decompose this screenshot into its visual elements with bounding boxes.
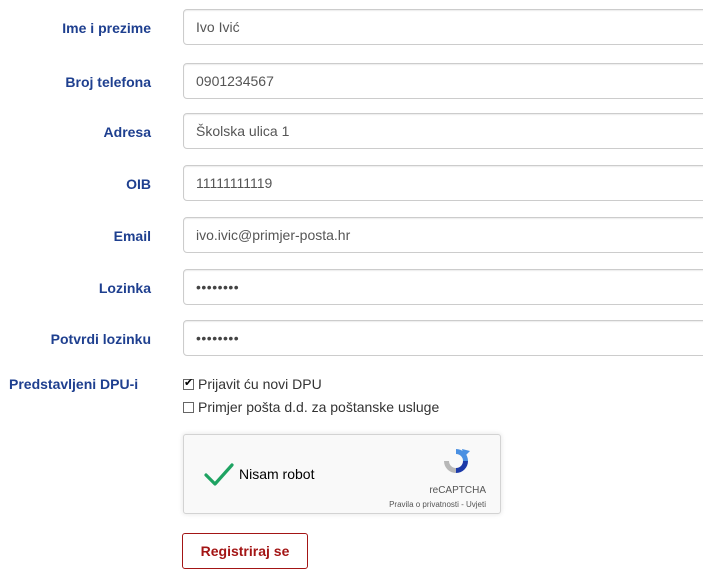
dpu-option-primjer[interactable]: Primjer pošta d.d. za poštanske usluge: [183, 397, 439, 417]
confirm-password-label: Potvrdi lozinku: [50, 331, 151, 347]
checkmark-icon: ✔: [184, 377, 194, 389]
address-input[interactable]: Školska ulica 1: [183, 113, 703, 149]
recaptcha-widget: Nisam robot reCAPTCHA Pravila o privatno…: [183, 434, 501, 514]
address-label: Adresa: [103, 124, 151, 140]
row-phone: Broj telefona 0901234567: [0, 63, 703, 101]
recaptcha-brand: reCAPTCHA: [429, 485, 486, 496]
dpu-label: Predstavljeni DPU-i: [9, 376, 139, 392]
full-name-input[interactable]: Ivo Ivić: [183, 9, 703, 45]
oib-label: OIB: [126, 176, 151, 192]
recaptcha-terms-link[interactable]: Pravila o privatnosti - Uvjeti: [389, 500, 486, 509]
password-input[interactable]: ••••••••: [183, 269, 703, 305]
phone-label: Broj telefona: [65, 74, 151, 90]
row-password: Lozinka ••••••••: [0, 269, 703, 307]
phone-input[interactable]: 0901234567: [183, 63, 703, 99]
recaptcha-label: Nisam robot: [239, 466, 315, 482]
row-oib: OIB 11111111119: [0, 165, 703, 203]
row-address: Adresa Školska ulica 1: [0, 113, 703, 151]
checkbox-primjer-posta[interactable]: [183, 402, 194, 413]
row-confirm-password: Potvrdi lozinku ••••••••: [0, 320, 703, 358]
check-icon[interactable]: [202, 457, 236, 491]
row-full-name: Ime i prezime Ivo Ivić: [0, 9, 703, 47]
dpu-option-new-label: Prijavit ću novi DPU: [198, 376, 322, 392]
email-label: Email: [113, 228, 151, 244]
confirm-password-input[interactable]: ••••••••: [183, 320, 703, 356]
full-name-label: Ime i prezime: [62, 20, 151, 36]
checkbox-new-dpu[interactable]: ✔: [183, 377, 194, 390]
dpu-option-primjer-label: Primjer pošta d.d. za poštanske usluge: [198, 399, 440, 415]
oib-input[interactable]: 11111111119: [183, 165, 703, 201]
dpu-option-new[interactable]: ✔ Prijavit ću novi DPU: [183, 374, 322, 394]
email-input[interactable]: ivo.ivic@primjer-posta.hr: [183, 217, 703, 253]
row-email: Email ivo.ivic@primjer-posta.hr: [0, 217, 703, 255]
recaptcha-logo-icon: [444, 449, 470, 473]
password-label: Lozinka: [98, 280, 151, 296]
register-button[interactable]: Registriraj se: [182, 533, 308, 569]
